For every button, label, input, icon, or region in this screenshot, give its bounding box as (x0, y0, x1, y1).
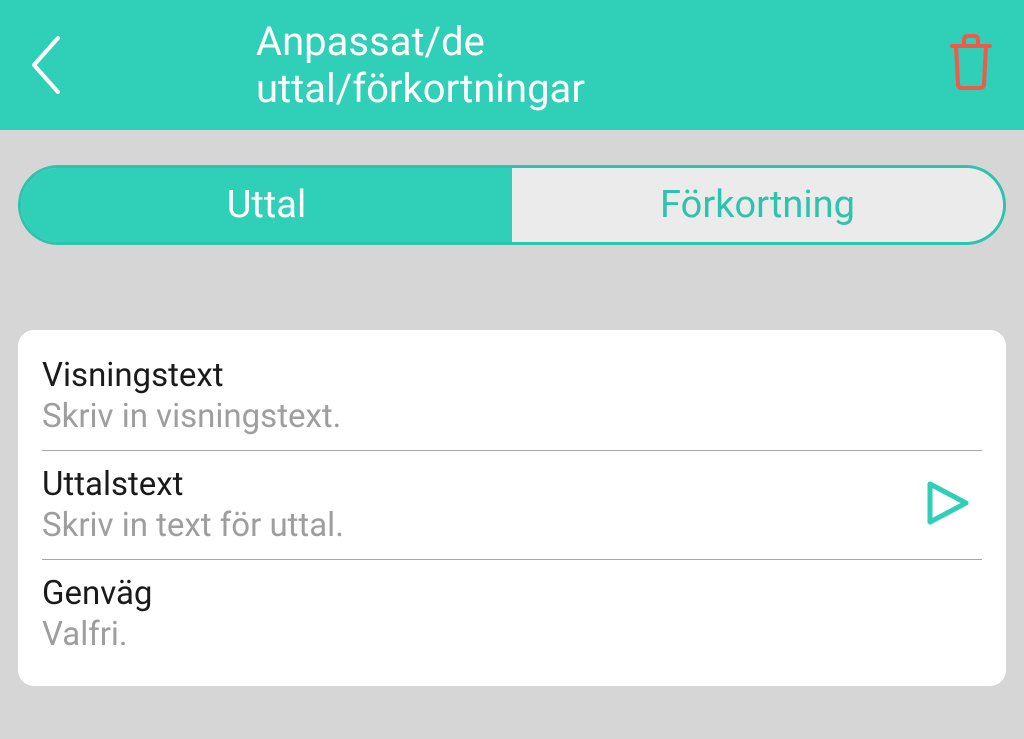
shortcut-label: Genväg (42, 574, 982, 613)
pronunciation-text-placeholder: Skriv in text för uttal. (42, 506, 982, 545)
tab-abbreviation[interactable]: Förkortning (512, 168, 1003, 242)
display-text-label: Visningstext (42, 356, 982, 395)
back-button[interactable] (28, 30, 78, 100)
shortcut-field[interactable]: Genväg Valfri. (42, 560, 982, 668)
play-icon (924, 480, 972, 526)
pronunciation-text-field[interactable]: Uttalstext Skriv in text för uttal. (42, 451, 982, 560)
trash-icon (946, 34, 996, 92)
play-button[interactable] (924, 480, 972, 530)
chevron-left-icon (28, 34, 62, 96)
display-text-placeholder: Skriv in visningstext. (42, 397, 982, 436)
shortcut-placeholder: Valfri. (42, 615, 982, 654)
tab-pronunciation[interactable]: Uttal (21, 168, 512, 242)
delete-button[interactable] (946, 34, 996, 96)
app-header: Anpassat/de uttal/förkortningar (0, 0, 1024, 130)
page-title: Anpassat/de uttal/förkortningar (256, 18, 768, 112)
tab-selector: Uttal Förkortning (18, 165, 1006, 245)
pronunciation-text-label: Uttalstext (42, 465, 982, 504)
form-card: Visningstext Skriv in visningstext. Utta… (18, 330, 1006, 686)
display-text-field[interactable]: Visningstext Skriv in visningstext. (42, 342, 982, 451)
